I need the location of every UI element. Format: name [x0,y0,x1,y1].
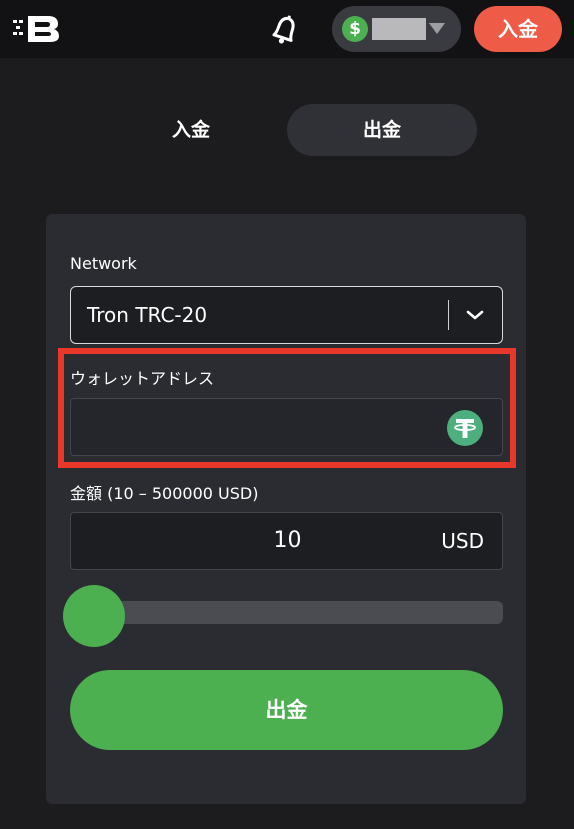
balance-selector[interactable]: $ [332,6,461,52]
select-divider [448,300,449,330]
header-deposit-button[interactable]: 入金 [474,6,562,52]
amount-input[interactable]: 10 USD [70,512,503,570]
amount-value: 10 [273,528,302,553]
tab-deposit[interactable]: 入金 [96,104,286,156]
balance-amount-redacted [372,18,426,40]
amount-label: 金額 (10 – 500000 USD) [70,484,259,503]
amount-unit: USD [441,529,484,553]
tether-icon [447,410,483,446]
wallet-address-label: ウォレットアドレス [70,369,215,388]
wallet-address-input[interactable] [70,398,503,456]
bitcasino-logo-icon[interactable] [12,12,60,44]
tab-withdraw[interactable]: 出金 [287,104,477,156]
amount-slider-knob[interactable] [63,585,125,647]
network-label: Network [70,254,137,273]
chevron-down-icon [466,310,484,320]
withdraw-button[interactable]: 出金 [70,670,503,750]
withdraw-form-card: Network Tron TRC-20 ウォレットアドレス 金額 (10 – 5… [46,214,526,804]
top-bar: $ 入金 [0,0,574,58]
network-select-value: Tron TRC-20 [87,303,208,327]
network-select[interactable]: Tron TRC-20 [70,286,503,344]
dollar-icon: $ [342,16,368,42]
bell-icon[interactable] [264,9,306,51]
caret-down-icon [429,23,445,34]
amount-slider-track[interactable] [70,601,503,624]
